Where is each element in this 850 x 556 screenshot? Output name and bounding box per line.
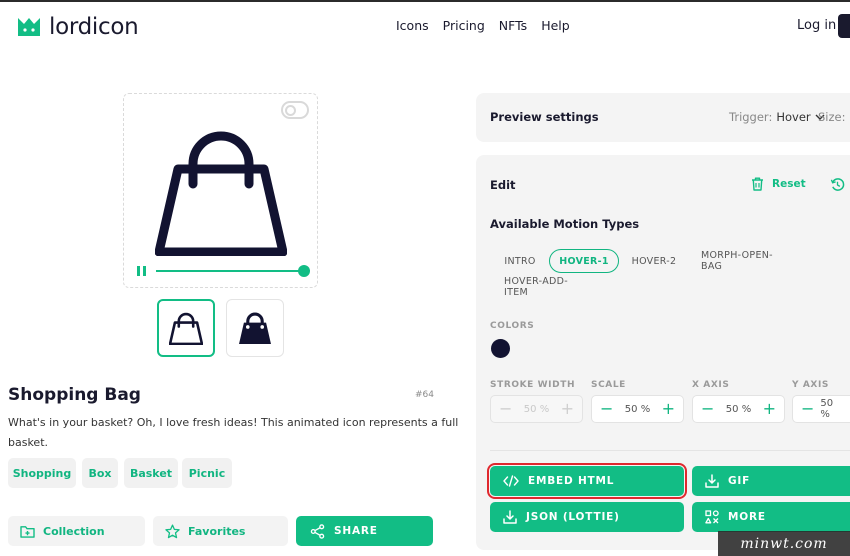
motion-types-title: Available Motion Types — [490, 217, 640, 231]
variant-solid-thumb[interactable] — [226, 299, 284, 357]
folder-add-icon — [20, 525, 35, 538]
trigger-value: Hover — [776, 110, 811, 124]
json-lottie-button[interactable]: JSON (LOTTIE) — [490, 502, 684, 532]
x-increment-button[interactable]: + — [763, 401, 776, 417]
tag-picnic[interactable]: Picnic — [182, 458, 232, 488]
motion-hover-add-item[interactable]: HOVER-ADD-ITEM — [504, 275, 584, 299]
main-nav: Icons Pricing NFTs Help — [396, 18, 570, 33]
shopping-bag-solid-icon — [239, 312, 271, 344]
size-label: Size: — [818, 110, 846, 124]
motion-hover-1[interactable]: HOVER-1 — [549, 249, 619, 273]
watermark: minwt.com — [718, 531, 850, 556]
shopping-bag-outline-icon — [155, 131, 287, 256]
embed-html-button[interactable]: EMBED HTML — [487, 463, 687, 499]
share-label: SHARE — [334, 525, 378, 537]
icon-number: #64 — [415, 390, 434, 400]
shopping-bag-outline-icon — [169, 312, 203, 345]
downloads-divider — [490, 450, 850, 451]
nav-nfts[interactable]: NFTs — [499, 18, 527, 33]
code-icon — [503, 475, 519, 487]
json-lottie-label: JSON (LOTTIE) — [526, 511, 620, 523]
playback-slider-knob[interactable] — [298, 265, 310, 277]
stroke-width-label: STROKE WIDTH — [490, 380, 576, 390]
star-icon — [165, 523, 180, 538]
collection-button[interactable]: Collection — [8, 516, 145, 546]
history-icon[interactable] — [830, 177, 845, 192]
gif-label: GIF — [728, 475, 751, 487]
collection-label: Collection — [43, 524, 105, 538]
scale-value[interactable]: 50 % — [625, 404, 650, 415]
scale-increment-button[interactable]: + — [662, 401, 675, 417]
icon-preview-box[interactable] — [123, 93, 318, 288]
more-button[interactable]: MORE — [692, 502, 850, 532]
motion-intro[interactable]: INTRO — [500, 249, 540, 273]
shapes-icon — [705, 510, 719, 524]
variant-outline-thumb[interactable] — [157, 299, 215, 357]
window-top-border — [0, 0, 850, 2]
x-decrement-button[interactable]: − — [701, 401, 714, 417]
trigger-dropdown[interactable]: Trigger: Hover — [729, 110, 825, 124]
icon-title: Shopping Bag — [8, 385, 141, 405]
color-swatch[interactable] — [491, 339, 510, 358]
y-axis-stepper[interactable]: − 50 % — [792, 395, 850, 423]
nav-help[interactable]: Help — [541, 18, 570, 33]
reset-button[interactable]: Reset — [751, 177, 806, 191]
y-axis-value[interactable]: 50 % — [820, 398, 842, 420]
reset-label: Reset — [772, 178, 806, 190]
download-icon — [503, 510, 517, 524]
preview-settings-title: Preview settings — [490, 110, 599, 124]
logo-text: lordicon — [49, 14, 139, 40]
x-axis-value[interactable]: 50 % — [726, 404, 751, 415]
stroke-width-value: 50 % — [523, 403, 550, 415]
y-axis-label: Y AXIS — [792, 380, 829, 390]
tag-basket[interactable]: Basket — [124, 458, 178, 488]
stroke-decrement-button: − — [499, 399, 513, 418]
pause-icon[interactable] — [137, 266, 146, 276]
login-link[interactable]: Log in — [797, 18, 836, 33]
x-axis-stepper[interactable]: − 50 % + — [692, 395, 785, 423]
embed-html-label: EMBED HTML — [528, 475, 615, 487]
favorites-label: Favorites — [188, 524, 246, 538]
logo[interactable]: lordicon — [17, 14, 139, 40]
y-decrement-button[interactable]: − — [801, 401, 814, 417]
stroke-width-stepper: − 50 % + — [490, 395, 583, 423]
nav-icons[interactable]: Icons — [396, 18, 429, 33]
x-axis-label: X AXIS — [692, 380, 730, 390]
menu-button[interactable] — [838, 14, 850, 38]
icon-description-line: basket. — [8, 436, 49, 449]
share-button[interactable]: SHARE — [296, 516, 433, 546]
download-icon — [705, 474, 719, 488]
edit-title: Edit — [490, 178, 516, 192]
nav-pricing[interactable]: Pricing — [443, 18, 485, 33]
colors-label: COLORS — [490, 321, 535, 331]
loop-toggle[interactable] — [281, 101, 309, 119]
share-icon — [310, 523, 325, 539]
gif-button[interactable]: GIF — [692, 466, 850, 496]
scale-stepper[interactable]: − 50 % + — [591, 395, 684, 423]
icon-description-line: What's in your basket? Oh, I love fresh … — [8, 416, 459, 429]
watermark-text: minwt.com — [740, 535, 828, 552]
favorites-button[interactable]: Favorites — [153, 516, 288, 546]
trash-icon — [752, 177, 763, 191]
size-dropdown[interactable]: Size: H — [818, 110, 850, 124]
scale-label: SCALE — [591, 380, 626, 390]
trigger-label: Trigger: — [729, 110, 773, 124]
stroke-increment-button: + — [560, 399, 574, 418]
more-label: MORE — [728, 511, 766, 523]
tag-shopping[interactable]: Shopping — [8, 458, 76, 488]
preview-settings-panel: Preview settings Trigger: Hover Size: H — [476, 93, 850, 142]
playback-slider[interactable] — [156, 265, 310, 277]
crown-logo-icon — [18, 18, 40, 36]
scale-decrement-button[interactable]: − — [600, 401, 613, 417]
icon-description: What's in your basket? Oh, I love fresh … — [8, 413, 459, 453]
motion-hover-2[interactable]: HOVER-2 — [629, 249, 679, 273]
tag-box[interactable]: Box — [82, 458, 118, 488]
motion-morph-open-bag[interactable]: MORPH-OPEN-BAG — [701, 249, 791, 273]
